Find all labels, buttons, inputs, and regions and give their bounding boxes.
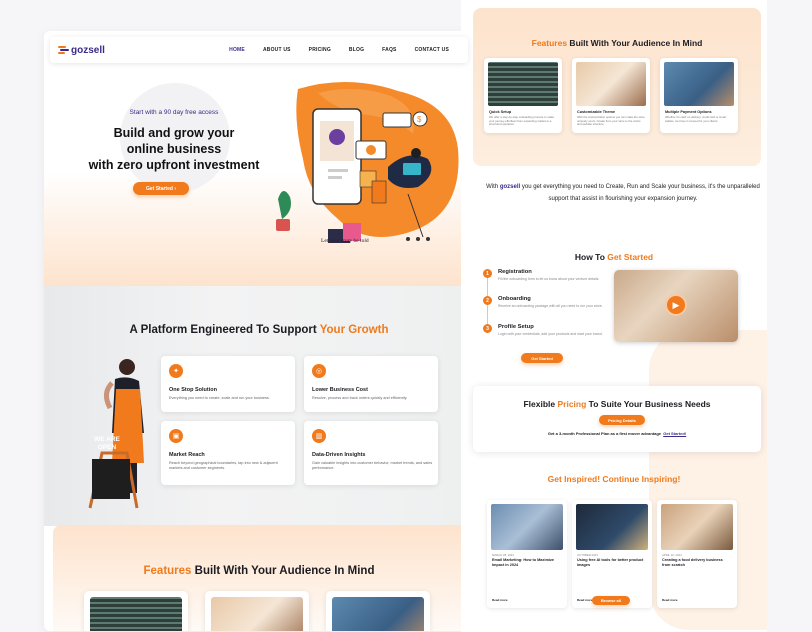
card-desc: Whether it's cash on delivery, credit ca…	[665, 115, 727, 123]
nav-home[interactable]: HOME	[220, 47, 254, 53]
video-thumbnail[interactable]: ▶	[614, 270, 738, 342]
bar-chart-icon: ▥	[312, 429, 326, 443]
feature-card-payment: Multiple Payment Options Whether it's ca…	[660, 58, 738, 133]
nav-blog[interactable]: BLOG	[340, 47, 373, 53]
feature-image	[664, 62, 734, 106]
brand-logo[interactable]: gozsell	[58, 45, 105, 56]
shop-owner-illustration	[88, 359, 144, 509]
card-title: Customizable Theme	[577, 110, 615, 114]
lightbulb-icon: ✦	[169, 364, 183, 378]
nav-about[interactable]: ABOUT US	[254, 47, 300, 53]
pricing-card: Flexible Pricing To Suite Your Business …	[473, 386, 761, 452]
feature-card-insights: ▥ Data-Driven Insights Gain valuable ins…	[304, 421, 438, 485]
top-nav: gozsell HOME ABOUT US PRICING BLOG FAQS …	[50, 37, 468, 63]
feature-image	[576, 62, 646, 106]
how-get-started-button[interactable]: Get Started	[521, 353, 563, 363]
feature-image	[211, 597, 303, 631]
pricing-title: Flexible Pricing To Suite Your Business …	[523, 399, 711, 409]
card-desc: Gain valuable insights into customer beh…	[312, 461, 433, 470]
open-sign-text: WE ARE OPEN	[94, 436, 120, 451]
features-title: Features Built With Your Audience In Min…	[143, 565, 375, 577]
pricing-get-started-link[interactable]: Get Started!	[663, 431, 686, 436]
homepage-preview-right: Features Built With Your Audience In Min…	[461, 0, 767, 632]
nav-pricing[interactable]: PRICING	[300, 47, 340, 53]
inline-logo: gozsell	[499, 184, 521, 190]
card-desc: Resolve, process and track orders quickl…	[312, 396, 408, 400]
blog-card-food-delivery[interactable]: APRIL 10, 2024 Creating a food delivery …	[657, 500, 737, 608]
blog-image	[491, 504, 563, 550]
pricing-details-button[interactable]: Pricing Details	[599, 415, 645, 425]
feature-card-theme: Customizable Theme With the customizatio…	[572, 58, 650, 133]
feature-card-quick-setup: Quick Setup We offer a step-by-step onbo…	[484, 58, 562, 133]
hero-section: Start with a 90 day free access Build an…	[44, 31, 474, 286]
features-card-theme	[205, 591, 309, 631]
read-more-link[interactable]: Read more	[492, 598, 508, 602]
card-title: One Stop Solution	[169, 387, 217, 393]
card-title: Data-Driven Insights	[312, 452, 366, 458]
hero-title: Build and grow your online business with…	[88, 126, 260, 172]
read-more-link[interactable]: Read more	[662, 598, 678, 602]
store-icon: ▣	[169, 429, 183, 443]
feature-card-lower-cost: ◎ Lower Business Cost Resolve, process a…	[304, 356, 438, 412]
svg-text:$: $	[417, 115, 422, 124]
feature-card-market-reach: ▣ Market Reach Reach beyond geographical…	[161, 421, 295, 485]
card-desc: Everything you need to create, scale and…	[169, 396, 270, 400]
card-title: Lower Business Cost	[312, 387, 368, 393]
card-title: Quick Setup	[489, 110, 512, 114]
card-desc: With the customization options you can m…	[577, 115, 645, 126]
blog-image	[576, 504, 648, 550]
read-more-link[interactable]: Read more	[577, 598, 593, 602]
card-title: Multiple Payment Options	[665, 110, 712, 114]
feature-image	[488, 62, 558, 106]
pricing-offer: Get a 3-month Professional Plan as a fir…	[547, 431, 687, 436]
logo-icon	[58, 45, 69, 55]
feature-card-one-stop: ✦ One Stop Solution Everything you need …	[161, 356, 295, 412]
card-title: Market Reach	[169, 452, 205, 458]
nav-faqs[interactable]: FAQS	[373, 47, 405, 53]
card-desc: We offer a step-by-step onboarding proce…	[489, 115, 555, 126]
blog-card-email[interactable]: MARCH 28, 2024 Email Marketing: How to M…	[487, 500, 567, 608]
play-icon[interactable]: ▶	[665, 294, 687, 316]
hero-get-started-button[interactable]: Get Started ›	[133, 182, 189, 195]
feature-image	[90, 597, 182, 631]
hero-tagline: Let your story be told	[321, 238, 369, 244]
features-card-quick-setup	[84, 591, 188, 631]
homepage-preview-left: Start with a 90 day free access Build an…	[44, 31, 474, 631]
features-card-payment	[326, 591, 430, 631]
how-title: How To Get Started	[574, 252, 654, 262]
coins-icon: ◎	[312, 364, 326, 378]
hero-subtitle: Start with a 90 day free access	[129, 109, 219, 116]
value-proposition: With gozsell you get everything you need…	[486, 184, 760, 202]
hero-illustration: $	[276, 81, 459, 243]
feature-image	[332, 597, 424, 631]
blog-card-ai-tools[interactable]: OCTOBER 2024 Using free AI tools for bet…	[572, 500, 652, 608]
nav-contact[interactable]: CONTACT US	[406, 47, 458, 53]
blog-image	[661, 504, 733, 550]
nav-links: HOME ABOUT US PRICING BLOG FAQS CONTACT …	[220, 47, 458, 53]
features-title-right: Features Built With Your Audience In Min…	[531, 38, 703, 48]
browse-all-button[interactable]: Browse all	[592, 596, 630, 605]
platform-title: A Platform Engineered To Support Your Gr…	[129, 324, 389, 336]
card-desc: Reach beyond geographical boundaries, ta…	[169, 461, 278, 470]
inspired-title: Get Inspired! Continue Inspiring!	[547, 474, 681, 484]
